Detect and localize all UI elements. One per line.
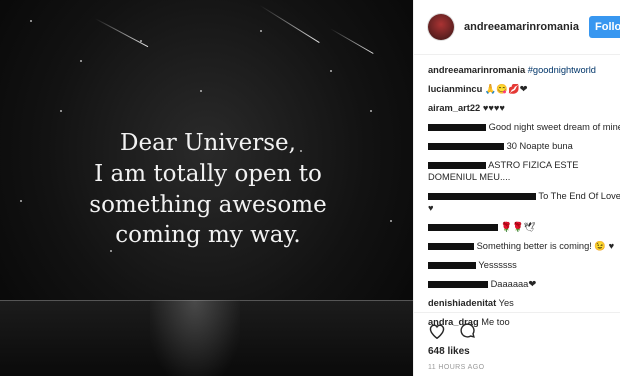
star (260, 30, 262, 32)
comment-text: Something better is coming! 😉 ♥ (476, 241, 615, 251)
action-bar (428, 322, 486, 342)
quote-line-3: something awesome (89, 191, 327, 218)
quote-line-1: Dear Universe, (120, 130, 296, 156)
caption-username[interactable]: andreeamarinromania (428, 65, 525, 75)
redacted-username (428, 224, 498, 232)
star (370, 110, 372, 112)
star (20, 200, 22, 202)
redacted-username (428, 143, 504, 151)
comment-username[interactable]: lucianmincu (428, 84, 482, 94)
shooting-star (94, 18, 149, 48)
shooting-star (329, 28, 374, 54)
list-item: denishiadenitat Yes (428, 297, 620, 309)
star (30, 20, 32, 22)
list-item: Yessssss (428, 259, 620, 271)
heart-icon[interactable] (428, 323, 446, 342)
star (330, 70, 332, 72)
comment-text: ♥ (428, 203, 434, 213)
list-item: ASTRO FIZICA ESTE DOMENIUL MEU.... (428, 159, 620, 183)
comment-text: Yessssss (478, 260, 517, 270)
comment-username[interactable]: airam_art22 (428, 103, 480, 113)
post-timestamp: 11 HOURS AGO (428, 364, 485, 371)
star (60, 110, 62, 112)
header-username[interactable]: andreeamarinromania (464, 21, 579, 33)
comment-text: 🌹🌹🕊 (500, 222, 536, 232)
quote-line-2: I am totally open to (94, 160, 322, 187)
redacted-username (428, 281, 488, 289)
comment-icon[interactable] (459, 322, 476, 342)
quote-line-4: coming my way. (115, 222, 301, 249)
post-sidebar: andreeamarinromania Follow andreeamarinr… (413, 0, 620, 376)
caption: andreeamarinromania #goodnightworld (428, 64, 620, 76)
comment-text: Yes (498, 298, 514, 308)
list-item: Something better is coming! 😉 ♥ (428, 240, 620, 252)
comment-text: Good night sweet dream of mine (488, 122, 620, 132)
list-item: Good night sweet dream of mine (428, 121, 620, 133)
comment-text: 🙏😋💋❤ (484, 84, 528, 94)
list-item: airam_art22 ♥♥♥♥ (428, 102, 620, 114)
redacted-username (428, 262, 476, 270)
comment-text: To The End Of Love (538, 191, 620, 201)
likes-count[interactable]: 648 likes (428, 346, 470, 357)
shooting-star (259, 5, 320, 44)
comments-list: andreeamarinromania #goodnightworld luci… (428, 64, 620, 335)
star (390, 220, 392, 222)
list-item: 🌹🌹🕊 (428, 221, 620, 233)
divider (414, 312, 620, 313)
caption-hashtag[interactable]: #goodnightworld (528, 65, 596, 75)
list-item: 30 Noapte buna (428, 140, 620, 152)
comment-text: 30 Noapte buna (506, 141, 573, 151)
comment-text: ♥♥♥♥ (482, 103, 505, 113)
avatar[interactable] (428, 14, 454, 40)
star (80, 60, 82, 62)
follow-button[interactable]: Follow (589, 16, 620, 38)
comment-text: Daaaaaa❤ (490, 279, 537, 289)
post-header: andreeamarinromania Follow (414, 0, 620, 55)
redacted-username (428, 162, 486, 170)
woman-silhouette (150, 300, 240, 376)
list-item: lucianmincu 🙏😋💋❤ (428, 83, 620, 95)
redacted-username (428, 243, 474, 251)
redacted-username (428, 193, 536, 201)
list-item: To The End Of Love ♥ (428, 190, 620, 214)
star (200, 90, 202, 92)
post-quote: Dear Universe, I am totally open to some… (40, 128, 376, 251)
redacted-username (428, 124, 486, 132)
comment-username[interactable]: denishiadenitat (428, 298, 496, 308)
post-image[interactable]: Dear Universe, I am totally open to some… (0, 0, 413, 376)
list-item: Daaaaaa❤ (428, 278, 620, 290)
